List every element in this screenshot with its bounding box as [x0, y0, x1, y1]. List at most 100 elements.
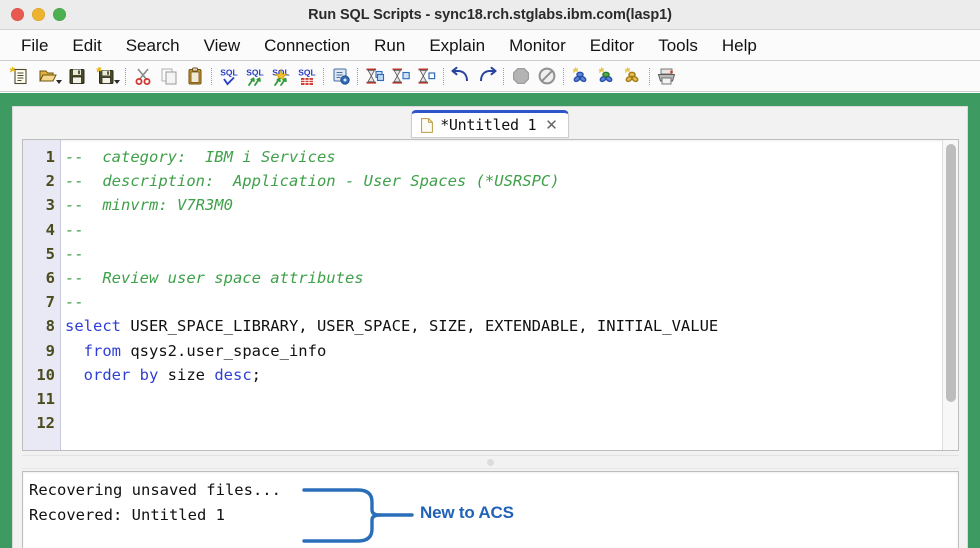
- sql-editor[interactable]: 1 2 3 4 5 6 7 8 9 10 11 12 -- category: …: [22, 139, 959, 451]
- code-token-comment: --: [65, 293, 84, 312]
- svg-text:SQL: SQL: [220, 67, 237, 77]
- toolbar-separator: [560, 67, 567, 85]
- sql-check-icon[interactable]: SQL: [216, 64, 241, 89]
- code-line: --: [65, 290, 958, 314]
- window-title: Run SQL Scripts - sync18.rch.stglabs.ibm…: [308, 7, 672, 23]
- toolbar-separator: [320, 67, 327, 85]
- sql-run-all-icon[interactable]: SQL: [242, 64, 267, 89]
- line-number: 12: [36, 414, 55, 433]
- toolbar-separator: [208, 67, 215, 85]
- code-line: -- category: IBM i Services: [65, 145, 958, 169]
- menu-item-help[interactable]: Help: [710, 37, 769, 54]
- chevron-down-icon[interactable]: [56, 79, 62, 84]
- line-number: 4: [45, 220, 55, 239]
- code-token-comment: -- minvrm: V7R3M0: [65, 196, 233, 215]
- line-number: 9: [45, 341, 55, 360]
- toolbar: SQL SQL SQL: [0, 61, 980, 92]
- code-token-comment: -- description: Application - User Space…: [65, 172, 560, 191]
- menu-item-edit[interactable]: Edit: [60, 37, 113, 54]
- menu-item-file[interactable]: File: [9, 37, 60, 54]
- code-line: select USER_SPACE_LIBRARY, USER_SPACE, S…: [65, 314, 958, 338]
- code-token-comment: -- category: IBM i Services: [65, 148, 336, 166]
- svg-text:SQL: SQL: [298, 67, 315, 77]
- menu-item-explain[interactable]: Explain: [417, 37, 497, 54]
- code-token-keyword: desc: [214, 365, 252, 384]
- output-messages-pane[interactable]: Recovering unsaved files... Recovered: U…: [22, 471, 959, 548]
- toolbar-separator: [440, 67, 447, 85]
- code-line: from qsys2.user_space_info: [65, 339, 958, 363]
- monitor-yellow-icon[interactable]: [620, 64, 645, 89]
- line-number: 1: [45, 148, 55, 166]
- chevron-down-icon[interactable]: [114, 79, 120, 84]
- sql-run-selected-icon[interactable]: SQL: [268, 64, 293, 89]
- menu-item-connection[interactable]: Connection: [252, 37, 362, 54]
- menu-item-tools[interactable]: Tools: [646, 37, 710, 54]
- explain-hourglass-icon[interactable]: [362, 64, 387, 89]
- stop-octagon-icon[interactable]: [508, 64, 533, 89]
- editor-container: *Untitled 1 ✕ 1 2 3 4 5 6 7 8 9 10 11 12…: [12, 106, 968, 548]
- line-number: 3: [45, 196, 55, 215]
- new-script-icon[interactable]: [6, 64, 31, 89]
- code-line: -- Review user space attributes: [65, 266, 958, 290]
- menu-bar: File Edit Search View Connection Run Exp…: [0, 30, 980, 61]
- toolbar-separator: [122, 67, 129, 85]
- cancel-circle-icon[interactable]: [534, 64, 559, 89]
- run-sql-scripts-window: Run SQL Scripts - sync18.rch.stglabs.ibm…: [0, 0, 980, 548]
- code-token-keyword: select: [65, 317, 121, 336]
- menu-item-search[interactable]: Search: [114, 37, 192, 54]
- pane-splitter[interactable]: [22, 455, 959, 469]
- copy-icon[interactable]: [156, 64, 181, 89]
- line-number: 10: [36, 365, 55, 384]
- zoom-window-button[interactable]: [53, 8, 66, 21]
- code-line: order by size desc;: [65, 363, 958, 387]
- minimize-window-button[interactable]: [32, 8, 45, 21]
- window-controls: [0, 8, 66, 21]
- code-line: -- description: Application - User Space…: [65, 169, 958, 193]
- undo-arrow-icon[interactable]: [448, 64, 473, 89]
- output-line: Recovered: Untitled 1: [29, 506, 225, 524]
- editor-tab-label: *Untitled 1: [440, 116, 537, 134]
- menu-item-view[interactable]: View: [192, 37, 253, 54]
- menu-item-editor[interactable]: Editor: [578, 37, 646, 54]
- cut-scissors-icon[interactable]: [130, 64, 155, 89]
- explain-only-icon[interactable]: [414, 64, 439, 89]
- svg-text:SQL: SQL: [246, 67, 263, 77]
- save-icon[interactable]: [64, 64, 89, 89]
- monitor-blue-icon[interactable]: [568, 64, 593, 89]
- code-token-keyword: order by: [83, 365, 159, 384]
- sql-settings-icon[interactable]: [328, 64, 353, 89]
- editor-tab-strip: *Untitled 1 ✕: [13, 107, 967, 139]
- visual-explain-icon[interactable]: [388, 64, 413, 89]
- toolbar-separator: [500, 67, 507, 85]
- line-number: 11: [36, 389, 55, 408]
- sql-run-to-table-icon[interactable]: SQL: [294, 64, 319, 89]
- open-folder-icon[interactable]: [32, 64, 63, 89]
- document-icon: [421, 117, 434, 133]
- monitor-green-icon[interactable]: [594, 64, 619, 89]
- toolbar-separator: [354, 67, 361, 85]
- save-as-icon[interactable]: [90, 64, 121, 89]
- scrollbar-thumb[interactable]: [946, 144, 956, 402]
- close-icon[interactable]: ✕: [545, 117, 558, 133]
- output-line: Recovering unsaved files...: [29, 481, 281, 499]
- menu-item-monitor[interactable]: Monitor: [497, 37, 578, 54]
- redo-arrow-icon[interactable]: [474, 64, 499, 89]
- printer-icon[interactable]: [654, 64, 679, 89]
- code-token-comment: --: [65, 220, 84, 239]
- splitter-grip-icon[interactable]: [487, 458, 494, 466]
- code-token-plain: size: [158, 365, 215, 384]
- close-window-button[interactable]: [11, 8, 24, 21]
- menu-item-run[interactable]: Run: [362, 37, 417, 54]
- code-token-comment: -- Review user space attributes: [65, 268, 364, 287]
- sql-code-text[interactable]: -- category: IBM i Services -- descriptio…: [61, 140, 958, 450]
- code-token-plain: USER_SPACE_LIBRARY, USER_SPACE, SIZE, EX…: [121, 317, 719, 336]
- code-token-plain: qsys2.user_space_info: [121, 341, 327, 360]
- line-number: 6: [45, 268, 55, 287]
- code-token-comment: --: [65, 244, 84, 263]
- editor-tab-untitled-1[interactable]: *Untitled 1 ✕: [411, 110, 569, 138]
- paste-clipboard-icon[interactable]: [182, 64, 207, 89]
- line-number: 8: [45, 317, 55, 336]
- editor-vertical-scrollbar[interactable]: [942, 140, 958, 450]
